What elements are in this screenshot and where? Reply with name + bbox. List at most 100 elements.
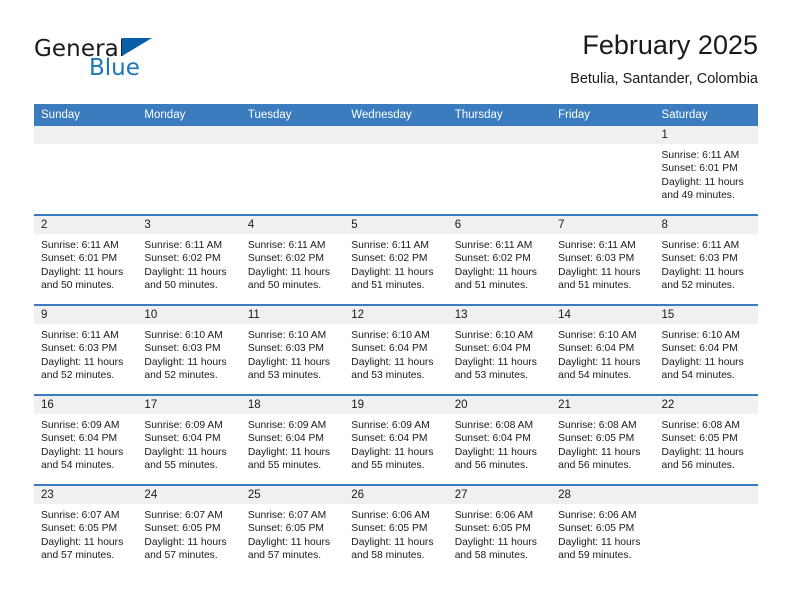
daylight-text: Daylight: 11 hours and 51 minutes. bbox=[454, 266, 537, 292]
calendar-header-row: Sunday Monday Tuesday Wednesday Thursday Frid… bbox=[34, 104, 758, 126]
daylight-text: Daylight: 11 hours and 54 minutes. bbox=[41, 446, 124, 472]
sunrise-text: Sunrise: 6:07 AM bbox=[41, 510, 120, 521]
daylight-text: Daylight: 11 hours and 56 minutes. bbox=[558, 446, 641, 472]
sunrise-text: Sunrise: 6:10 AM bbox=[558, 330, 637, 341]
calendar-day-cell-12[interactable]: 12 Sunrise: 6:10 AM Sunset: 6:04 PM Dayligh… bbox=[344, 305, 448, 396]
day-details: Sunrise: 6:09 AM Sunset: 6:04 PM Daylight:… bbox=[137, 414, 240, 473]
daylight-text: Daylight: 11 hours and 55 minutes. bbox=[247, 446, 331, 472]
calendar-day-cell-25[interactable]: 25 Sunrise: 6:07 AM Sunset: 6:05 PM Dayligh… bbox=[240, 485, 345, 574]
calendar-day-cell-19[interactable]: 19 Sunrise: 6:09 AM Sunset: 6:04 PM Dayligh… bbox=[344, 395, 448, 486]
daylight-text: Daylight: 11 hours and 58 minutes. bbox=[454, 536, 537, 562]
calendar-day-cell-20[interactable]: 20 Sunrise: 6:08 AM Sunset: 6:04 PM Dayligh… bbox=[447, 395, 552, 486]
sunset-text: Sunset: 6:04 PM bbox=[454, 343, 531, 355]
sunset-text: Sunset: 6:03 PM bbox=[661, 253, 738, 265]
daylight-text: Daylight: 11 hours and 57 minutes. bbox=[247, 536, 331, 562]
calendar-day-cell-17[interactable]: 17 Sunrise: 6:09 AM Sunset: 6:04 PM Dayligh… bbox=[137, 395, 241, 486]
sunrise-text: Sunrise: 6:11 AM bbox=[454, 240, 533, 251]
calendar-day-cell-16[interactable]: 16 Sunrise: 6:09 AM Sunset: 6:04 PM Dayligh… bbox=[34, 395, 138, 486]
calendar-day-cell-7[interactable]: 7 Sunrise: 6:11 AM Sunset: 6:03 PM Daylight… bbox=[551, 215, 655, 306]
calendar-day-cell-6[interactable]: 6 Sunrise: 6:11 AM Sunset: 6:02 PM Daylight… bbox=[447, 215, 552, 306]
day-number: 17 bbox=[137, 396, 241, 414]
calendar-day-cell-1[interactable]: 1 Sunrise: 6:11 AM Sunset: 6:01 PM Daylight… bbox=[654, 126, 758, 216]
daylight-text: Daylight: 11 hours and 55 minutes. bbox=[351, 446, 434, 472]
day-details: Sunrise: 6:06 AM Sunset: 6:05 PM Daylight:… bbox=[551, 504, 654, 563]
daylight-text: Daylight: 11 hours and 52 minutes. bbox=[661, 266, 744, 292]
day-details: Sunrise: 6:11 AM Sunset: 6:03 PM Daylight:… bbox=[655, 234, 758, 293]
sunrise-text: Sunrise: 6:10 AM bbox=[454, 330, 534, 341]
weekday-header-thursday: Thursday bbox=[447, 104, 552, 126]
day-number: 5 bbox=[344, 216, 448, 234]
daylight-text: Daylight: 11 hours and 49 minutes. bbox=[661, 176, 744, 202]
calendar-day-cell-15[interactable]: 15 Sunrise: 6:10 AM Sunset: 6:04 PM Dayligh… bbox=[654, 305, 758, 396]
calendar-page: General Blue February 2025 Betulia, Sant… bbox=[0, 0, 792, 612]
day-details: Sunrise: 6:11 AM Sunset: 6:03 PM Daylight:… bbox=[551, 234, 654, 293]
calendar-day-cell-26[interactable]: 26 Sunrise: 6:06 AM Sunset: 6:05 PM Dayligh… bbox=[344, 485, 448, 574]
page-title: February 2025 bbox=[582, 30, 758, 60]
calendar-day-cell-18[interactable]: 18 Sunrise: 6:09 AM Sunset: 6:04 PM Dayligh… bbox=[240, 395, 345, 486]
sunset-text: Sunset: 6:03 PM bbox=[247, 343, 324, 355]
day-details: Sunrise: 6:09 AM Sunset: 6:04 PM Daylight:… bbox=[34, 414, 137, 473]
day-number: 9 bbox=[34, 306, 138, 324]
calendar-day-cell-14[interactable]: 14 Sunrise: 6:10 AM Sunset: 6:04 PM Dayligh… bbox=[551, 305, 655, 396]
sunset-text: Sunset: 6:04 PM bbox=[41, 433, 118, 445]
calendar-body: 1 Sunrise: 6:11 AM Sunset: 6:01 PM Daylight… bbox=[34, 126, 758, 574]
calendar-day-cell-9[interactable]: 9 Sunrise: 6:11 AM Sunset: 6:03 PM Daylight… bbox=[34, 305, 138, 396]
day-number: 25 bbox=[240, 486, 345, 504]
sunrise-text: Sunrise: 6:11 AM bbox=[661, 240, 740, 251]
day-details: Sunrise: 6:07 AM Sunset: 6:05 PM Daylight:… bbox=[241, 504, 344, 563]
sunset-text: Sunset: 6:05 PM bbox=[247, 523, 324, 535]
calendar-day-cell-23[interactable]: 23 Sunrise: 6:07 AM Sunset: 6:05 PM Dayligh… bbox=[34, 485, 138, 574]
general-blue-logo[interactable]: General Blue bbox=[34, 36, 254, 92]
calendar-day-cell-10[interactable]: 10 Sunrise: 6:10 AM Sunset: 6:03 PM Dayligh… bbox=[137, 305, 241, 396]
calendar-cell-empty bbox=[34, 126, 138, 216]
day-details: Sunrise: 6:10 AM Sunset: 6:04 PM Daylight:… bbox=[655, 324, 758, 383]
calendar-day-cell-24[interactable]: 24 Sunrise: 6:07 AM Sunset: 6:05 PM Dayligh… bbox=[137, 485, 241, 574]
day-number: 21 bbox=[551, 396, 655, 414]
calendar-day-cell-2[interactable]: 2 Sunrise: 6:11 AM Sunset: 6:01 PM Daylight… bbox=[34, 215, 138, 306]
calendar-day-cell-5[interactable]: 5 Sunrise: 6:11 AM Sunset: 6:02 PM Daylight… bbox=[344, 215, 448, 306]
sunrise-text: Sunrise: 6:09 AM bbox=[144, 420, 223, 431]
calendar-week-row: 23 Sunrise: 6:07 AM Sunset: 6:05 PM Dayligh… bbox=[34, 485, 758, 574]
daylight-text: Daylight: 11 hours and 59 minutes. bbox=[558, 536, 641, 562]
sunrise-text: Sunrise: 6:11 AM bbox=[144, 240, 223, 251]
calendar-day-cell-8[interactable]: 8 Sunrise: 6:11 AM Sunset: 6:03 PM Daylight… bbox=[654, 215, 758, 306]
calendar-day-cell-28[interactable]: 28 Sunrise: 6:06 AM Sunset: 6:05 PM Dayligh… bbox=[551, 485, 655, 574]
day-details: Sunrise: 6:06 AM Sunset: 6:05 PM Daylight:… bbox=[344, 504, 447, 563]
calendar-day-cell-27[interactable]: 27 Sunrise: 6:06 AM Sunset: 6:05 PM Dayligh… bbox=[447, 485, 552, 574]
daylight-text: Daylight: 11 hours and 54 minutes. bbox=[558, 356, 641, 382]
logo-triangle-icon bbox=[122, 38, 152, 56]
sunrise-text: Sunrise: 6:07 AM bbox=[247, 510, 327, 521]
day-number: 14 bbox=[551, 306, 655, 324]
calendar-week-row: 1 Sunrise: 6:11 AM Sunset: 6:01 PM Daylight… bbox=[34, 126, 758, 216]
sunrise-text: Sunrise: 6:09 AM bbox=[247, 420, 327, 431]
day-number: 1 bbox=[654, 126, 758, 144]
calendar-day-cell-3[interactable]: 3 Sunrise: 6:11 AM Sunset: 6:02 PM Daylight… bbox=[137, 215, 241, 306]
day-details: Sunrise: 6:11 AM Sunset: 6:02 PM Daylight:… bbox=[344, 234, 447, 293]
sunset-text: Sunset: 6:01 PM bbox=[661, 163, 738, 175]
day-number: 20 bbox=[447, 396, 552, 414]
sunrise-text: Sunrise: 6:08 AM bbox=[454, 420, 534, 431]
calendar-day-cell-22[interactable]: 22 Sunrise: 6:08 AM Sunset: 6:05 PM Dayligh… bbox=[654, 395, 758, 486]
calendar-day-cell-21[interactable]: 21 Sunrise: 6:08 AM Sunset: 6:05 PM Dayligh… bbox=[551, 395, 655, 486]
daylight-text: Daylight: 11 hours and 51 minutes. bbox=[351, 266, 434, 292]
sunset-text: Sunset: 6:04 PM bbox=[558, 343, 635, 355]
calendar-cell-empty bbox=[551, 126, 655, 216]
calendar-cell-empty bbox=[137, 126, 241, 216]
day-number: 12 bbox=[344, 306, 448, 324]
sunset-text: Sunset: 6:05 PM bbox=[351, 523, 428, 535]
day-number-empty bbox=[137, 126, 241, 144]
day-number: 19 bbox=[344, 396, 448, 414]
day-number: 16 bbox=[34, 396, 138, 414]
day-details: Sunrise: 6:09 AM Sunset: 6:04 PM Daylight:… bbox=[241, 414, 344, 473]
sunrise-text: Sunrise: 6:10 AM bbox=[661, 330, 740, 341]
calendar-day-cell-11[interactable]: 11 Sunrise: 6:10 AM Sunset: 6:03 PM Dayligh… bbox=[240, 305, 345, 396]
calendar-day-cell-13[interactable]: 13 Sunrise: 6:10 AM Sunset: 6:04 PM Dayligh… bbox=[447, 305, 552, 396]
sunrise-text: Sunrise: 6:11 AM bbox=[247, 240, 326, 251]
weekday-header-sunday: Sunday bbox=[34, 104, 138, 126]
weekday-header-saturday: Saturday bbox=[654, 104, 758, 126]
daylight-text: Daylight: 11 hours and 51 minutes. bbox=[558, 266, 641, 292]
day-number: 22 bbox=[654, 396, 758, 414]
calendar-day-cell-4[interactable]: 4 Sunrise: 6:11 AM Sunset: 6:02 PM Daylight… bbox=[240, 215, 345, 306]
day-details: Sunrise: 6:10 AM Sunset: 6:04 PM Daylight:… bbox=[551, 324, 654, 383]
daylight-text: Daylight: 11 hours and 55 minutes. bbox=[144, 446, 227, 472]
